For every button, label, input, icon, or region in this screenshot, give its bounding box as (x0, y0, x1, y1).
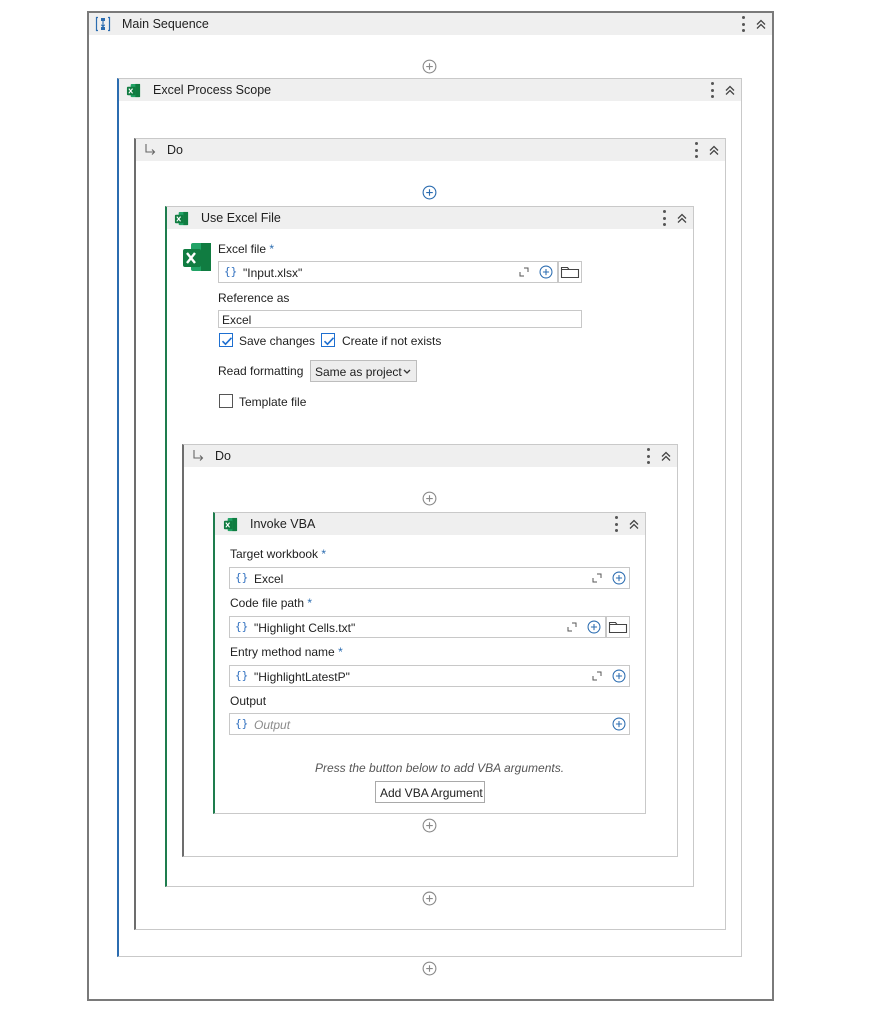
code-file-path-input[interactable]: {} "Highlight Cells.txt" (229, 616, 584, 638)
expression-braces-icon: {} (235, 620, 249, 633)
add-activity-plus-icon[interactable] (422, 961, 437, 976)
template-file-checkbox[interactable] (219, 394, 233, 408)
add-activity-plus-icon[interactable] (422, 891, 437, 906)
excel-logo-icon (181, 241, 213, 273)
do-icon (143, 143, 157, 157)
excel-process-scope-menu-icon[interactable] (707, 82, 717, 98)
excel-process-scope-title: Excel Process Scope (153, 83, 272, 97)
main-sequence-header[interactable]: Main Sequence (89, 13, 772, 35)
check-icon (322, 334, 336, 348)
read-formatting-dropdown[interactable]: Same as project (310, 360, 417, 382)
folder-icon (560, 265, 580, 279)
excel-process-scope-header[interactable]: Excel Process Scope (119, 79, 741, 101)
entry-method-name-input[interactable]: {} "HighlightLatestP" (229, 665, 609, 687)
browse-folder-button[interactable] (606, 616, 630, 638)
sequence-icon (95, 16, 111, 32)
expand-editor-icon[interactable] (519, 267, 529, 277)
target-workbook-input[interactable]: {} Excel (229, 567, 609, 589)
plus-icon (612, 571, 626, 585)
add-activity-plus-icon[interactable] (422, 185, 437, 200)
reference-as-value: Excel (222, 313, 252, 327)
code-file-path-value: "Highlight Cells.txt" (254, 621, 356, 635)
add-vba-argument-button[interactable]: Add VBA Argument (375, 781, 485, 803)
expression-braces-icon: {} (224, 265, 238, 278)
output-placeholder: Output (254, 718, 291, 732)
save-changes-checkbox[interactable] (219, 333, 233, 347)
main-sequence-collapse-icon[interactable] (754, 17, 768, 31)
use-excel-file-menu-icon[interactable] (659, 210, 669, 226)
excel-icon (174, 211, 189, 226)
read-formatting-value: Same as project (315, 365, 402, 379)
browse-folder-button[interactable] (558, 261, 582, 283)
plus-icon (587, 620, 601, 634)
output-label: Output (230, 694, 267, 708)
excel-icon (126, 83, 141, 98)
invoke-vba-header[interactable]: Invoke VBA (215, 513, 645, 535)
do-outer-menu-icon[interactable] (691, 142, 701, 158)
vba-arguments-hint: Press the button below to add VBA argume… (315, 761, 565, 775)
entry-method-name-label: Entry method name * (230, 645, 343, 659)
target-workbook-label: Target workbook * (230, 547, 327, 561)
do-outer-header[interactable]: Do (136, 139, 725, 161)
create-if-not-exists-checkbox[interactable] (321, 333, 335, 347)
output-plus-button[interactable] (608, 713, 630, 735)
do-inner-collapse-icon[interactable] (659, 449, 673, 463)
target-workbook-value: Excel (254, 572, 284, 586)
use-excel-file-collapse-icon[interactable] (675, 211, 689, 225)
invoke-vba-title: Invoke VBA (250, 517, 316, 531)
reference-as-label: Reference as (218, 291, 290, 305)
expand-editor-icon[interactable] (567, 622, 577, 632)
main-sequence-title: Main Sequence (122, 17, 209, 31)
code-file-path-label: Code file path * (230, 596, 313, 610)
excel-file-input[interactable]: {} "Input.xlsx" (218, 261, 536, 283)
entry-method-name-value: "HighlightLatestP" (254, 670, 350, 684)
do-inner-title: Do (215, 449, 231, 463)
do-icon (191, 449, 205, 463)
chevron-down-icon (403, 369, 411, 374)
expression-braces-icon: {} (235, 669, 249, 682)
main-sequence-menu-icon[interactable] (738, 16, 748, 32)
save-changes-label: Save changes (239, 334, 316, 348)
excel-process-scope-collapse-icon[interactable] (723, 83, 737, 97)
template-file-label: Template file (239, 395, 307, 409)
do-outer-title: Do (167, 143, 183, 157)
expression-braces-icon: {} (235, 571, 249, 584)
excel-icon (223, 517, 238, 532)
plus-icon (539, 265, 553, 279)
expression-braces-icon: {} (235, 717, 249, 730)
excel-file-label: Excel file * (218, 242, 275, 256)
do-inner-header[interactable]: Do (184, 445, 677, 467)
plus-icon (612, 717, 626, 731)
code-file-path-plus-button[interactable] (583, 616, 606, 638)
check-icon (220, 334, 234, 348)
use-excel-file-header[interactable]: Use Excel File (167, 207, 693, 229)
invoke-vba-collapse-icon[interactable] (627, 517, 641, 531)
invoke-vba-menu-icon[interactable] (611, 516, 621, 532)
output-input[interactable]: {} Output (229, 713, 609, 735)
plus-icon (612, 669, 626, 683)
add-activity-plus-icon[interactable] (422, 59, 437, 74)
create-if-not-exists-label: Create if not exists (342, 334, 442, 348)
folder-icon (608, 620, 628, 634)
target-workbook-plus-button[interactable] (608, 567, 630, 589)
expand-editor-icon[interactable] (592, 671, 602, 681)
entry-method-name-plus-button[interactable] (608, 665, 630, 687)
excel-file-plus-button[interactable] (535, 261, 558, 283)
read-formatting-label: Read formatting (218, 364, 304, 378)
add-activity-plus-icon[interactable] (422, 491, 437, 506)
add-activity-plus-icon[interactable] (422, 818, 437, 833)
reference-as-input[interactable]: Excel (218, 310, 582, 328)
expand-editor-icon[interactable] (592, 573, 602, 583)
do-outer-collapse-icon[interactable] (707, 143, 721, 157)
do-inner-menu-icon[interactable] (643, 448, 653, 464)
excel-file-value: "Input.xlsx" (243, 266, 303, 280)
use-excel-file-title: Use Excel File (201, 211, 281, 225)
